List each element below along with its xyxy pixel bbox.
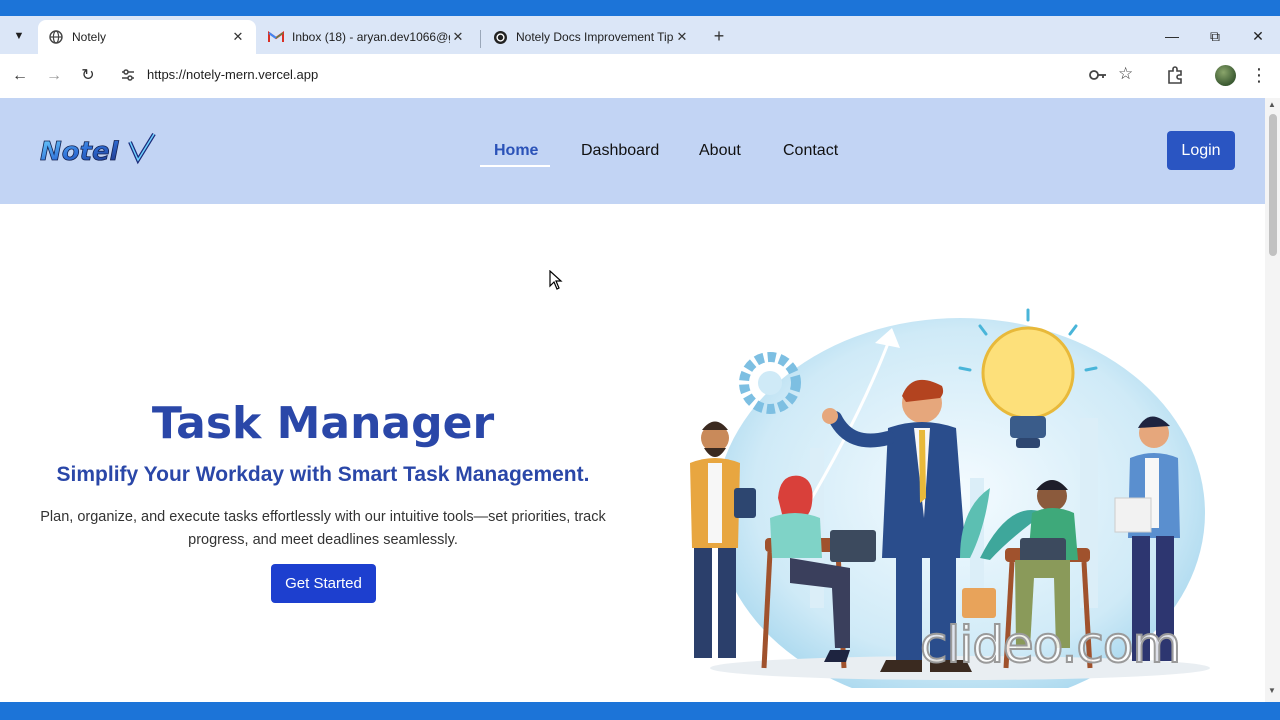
- close-icon[interactable]: ✕: [230, 29, 246, 45]
- tab-separator: [480, 30, 481, 48]
- watermark: clideo.com: [919, 615, 1182, 675]
- window-close-button[interactable]: ✕: [1243, 24, 1273, 48]
- star-icon[interactable]: ☆: [1118, 64, 1133, 84]
- minimize-button[interactable]: —: [1157, 24, 1187, 48]
- tab-search-button[interactable]: ▼: [6, 24, 32, 48]
- nav-dashboard[interactable]: Dashboard: [581, 142, 659, 160]
- tab-notely[interactable]: Notely ✕: [38, 20, 256, 54]
- scrollbar-thumb[interactable]: [1269, 114, 1277, 256]
- openai-icon: [492, 29, 508, 45]
- tab-docs-tips[interactable]: Notely Docs Improvement Tips ✕: [482, 20, 700, 54]
- reload-button[interactable]: ↻: [76, 64, 100, 88]
- new-tab-button[interactable]: +: [708, 26, 730, 48]
- menu-icon[interactable]: ⋮: [1250, 64, 1268, 88]
- scroll-down-icon[interactable]: ▼: [1268, 686, 1276, 695]
- gmail-icon: [268, 29, 284, 45]
- nav-active-underline: [480, 165, 550, 167]
- tab-label: Inbox (18) - aryan.dev1066@g: [292, 30, 450, 44]
- close-icon[interactable]: ✕: [674, 29, 690, 45]
- tab-label: Notely: [72, 30, 107, 44]
- window-bottom-strip: [0, 702, 1280, 720]
- scroll-up-icon[interactable]: ▲: [1268, 100, 1276, 109]
- tab-label: Notely Docs Improvement Tips: [516, 30, 674, 44]
- get-started-button[interactable]: Get Started: [271, 564, 376, 603]
- page-viewport: Notel Home Dashboard About Contact Login…: [0, 98, 1265, 702]
- browser-toolbar: ← → ↻ https://notely-mern.vercel.app ☆ ⋮: [0, 54, 1280, 98]
- tab-bar: ▼ Notely ✕ Inbox (18) - aryan.dev1066@g …: [0, 16, 1280, 54]
- hero-subtitle: Simplify Your Workday with Smart Task Ma…: [56, 463, 590, 486]
- svg-text:Notel: Notel: [40, 137, 120, 167]
- tab-inbox[interactable]: Inbox (18) - aryan.dev1066@g ✕: [258, 20, 476, 54]
- login-button[interactable]: Login: [1167, 131, 1235, 170]
- site-settings-icon[interactable]: [120, 67, 136, 83]
- hero-title: Task Manager: [151, 398, 495, 449]
- notely-logo[interactable]: Notel: [38, 132, 158, 168]
- window-top-strip: [0, 0, 1280, 16]
- restore-button[interactable]: ⧉: [1200, 24, 1230, 48]
- key-icon[interactable]: [1088, 67, 1108, 83]
- chevron-down-icon: ▼: [13, 30, 25, 42]
- site-header: Notel Home Dashboard About Contact Login: [0, 98, 1265, 204]
- mouse-cursor-icon: [549, 270, 563, 290]
- nav-home[interactable]: Home: [494, 142, 538, 160]
- hero-description: Plan, organize, and execute tasks effort…: [40, 509, 606, 548]
- page-scrollbar[interactable]: ▲ ▼: [1265, 98, 1280, 702]
- browser-chrome: ▼ Notely ✕ Inbox (18) - aryan.dev1066@g …: [0, 16, 1280, 98]
- globe-icon: [48, 29, 64, 45]
- close-icon[interactable]: ✕: [450, 29, 466, 45]
- nav-contact[interactable]: Contact: [783, 142, 838, 160]
- extensions-icon[interactable]: [1165, 65, 1185, 85]
- profile-avatar[interactable]: [1215, 65, 1236, 86]
- forward-button[interactable]: →: [42, 64, 66, 88]
- back-button[interactable]: ←: [8, 64, 32, 88]
- nav-about[interactable]: About: [699, 142, 741, 160]
- address-bar[interactable]: https://notely-mern.vercel.app ☆: [112, 60, 1152, 90]
- url-text: https://notely-mern.vercel.app: [147, 67, 319, 82]
